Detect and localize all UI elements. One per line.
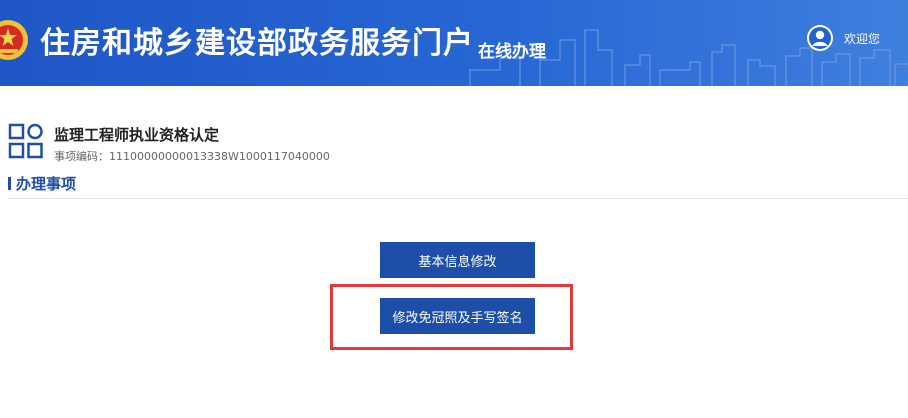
item-code-value: 11100000000013338W1000117040000 xyxy=(109,150,330,163)
user-avatar-icon[interactable] xyxy=(806,24,834,52)
portal-header: 住房和城乡建设部政务服务门户 在线办理 欢迎您 xyxy=(0,0,908,86)
section-title: 办理事项 xyxy=(16,175,77,193)
section-divider xyxy=(8,198,908,199)
service-grid-icon xyxy=(8,123,43,159)
national-emblem-icon xyxy=(0,20,28,60)
online-service-label: 在线办理 xyxy=(478,42,546,62)
portal-title: 住房和城乡建设部政务服务门户 xyxy=(40,26,474,61)
basic-info-edit-button[interactable]: 基本信息修改 xyxy=(380,242,535,278)
item-title: 监理工程师执业资格认定 xyxy=(54,126,220,144)
highlight-box xyxy=(330,284,573,350)
item-code-label: 事项编码： xyxy=(54,150,109,163)
welcome-text: 欢迎您 xyxy=(844,32,881,46)
section-marker xyxy=(8,177,11,190)
item-code: 事项编码：11100000000013338W1000117040000 xyxy=(54,148,330,164)
